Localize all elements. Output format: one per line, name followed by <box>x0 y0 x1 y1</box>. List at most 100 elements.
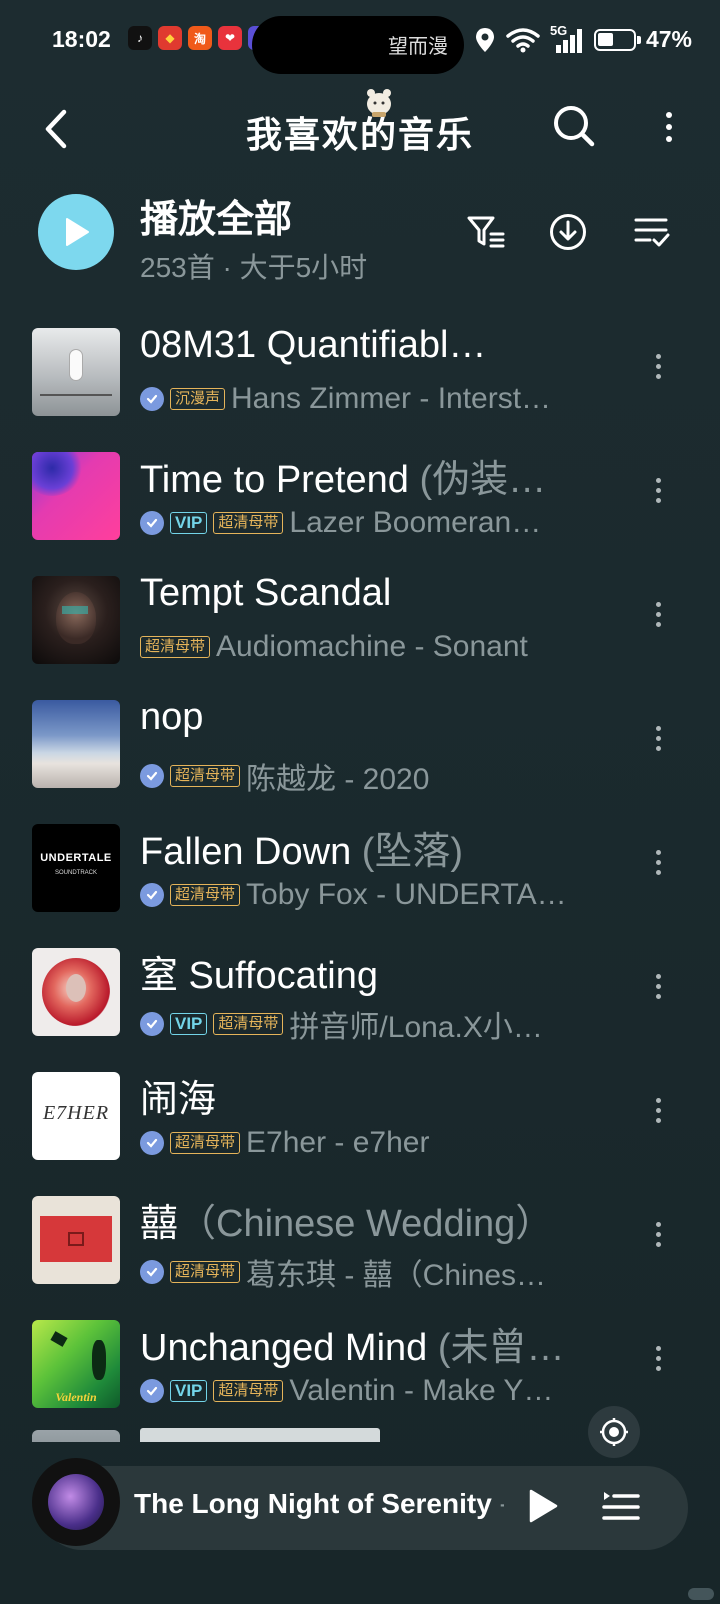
list-item[interactable]: Tempt Scandal 超清母带 Audiomachine - Sonant <box>0 566 720 690</box>
mini-play-icon[interactable] <box>522 1486 562 1526</box>
album-cover <box>32 948 120 1036</box>
song-title-partial <box>140 1428 380 1442</box>
list-item[interactable]: UNDERTALE SOUNDTRACK Fallen Down (坠落) 超清… <box>0 814 720 938</box>
partial-list-item <box>0 292 720 298</box>
list-item[interactable]: E7HER 闹海 超清母带 E7her - e7her <box>0 1062 720 1186</box>
album-cover <box>32 1196 120 1284</box>
song-list[interactable]: 08M31 Quantifiabl… 沉漫声 Hans Zimmer - Int… <box>0 292 720 1442</box>
song-artist: 拼音师/Lona.X小… <box>289 1011 543 1044</box>
status-bar: 18:02 ♪ ◆ 淘 ❤ 贴 望而漫 5G 47% <box>0 0 720 84</box>
mascot-icon[interactable] <box>362 84 396 118</box>
playlist-queue-icon[interactable] <box>600 1488 640 1526</box>
status-app-icons: ♪ ◆ 淘 ❤ 贴 <box>128 26 272 50</box>
download-icon[interactable] <box>548 212 588 252</box>
mini-player-disc[interactable] <box>32 1458 120 1546</box>
cover-text: E7HER <box>42 1102 110 1124</box>
more-vertical-icon[interactable] <box>654 104 684 154</box>
song-title-text: nop <box>140 696 204 738</box>
song-title-text: 08M31 Quantifiabl… <box>140 324 487 366</box>
song-more-icon[interactable] <box>650 1222 666 1256</box>
verified-icon <box>140 511 164 535</box>
album-cover: E7HER <box>32 1072 120 1160</box>
home-indicator <box>688 1588 714 1600</box>
song-title-text: 囍 <box>140 1203 179 1245</box>
locate-current-button[interactable] <box>588 1406 640 1458</box>
mini-player-title-sub: - H <box>492 1488 504 1519</box>
song-title: nop <box>140 696 203 739</box>
play-all-bar: 播放全部 253首 · 大于5小时 <box>0 180 720 290</box>
locate-icon <box>600 1418 628 1446</box>
song-artist: Hans Zimmer - Interst… <box>231 382 552 415</box>
song-artist: Audiomachine - Sonant <box>216 630 528 663</box>
badge-hq: 超清母带 <box>170 884 241 906</box>
battery-percent: 47% <box>645 26 692 52</box>
play-all-label[interactable]: 播放全部 <box>140 188 292 243</box>
song-title-sub: (未曾… <box>427 1327 565 1369</box>
network-label: 5G <box>549 22 568 38</box>
song-title: Tempt Scandal <box>140 572 391 615</box>
tiktok-icon: ♪ <box>128 26 152 50</box>
song-count: 253首 · 大于5小时 <box>140 252 368 283</box>
song-title-text: Time to Pretend <box>140 459 409 501</box>
album-cover <box>32 452 120 540</box>
multi-select-icon[interactable] <box>632 212 672 252</box>
song-meta: VIP 超清母带 Lazer Boomeran… <box>140 506 541 540</box>
song-title-sub: (坠落) <box>351 831 464 873</box>
status-time: 18:02 <box>52 26 111 52</box>
song-title-text: Fallen Down <box>140 831 352 873</box>
location-icon <box>475 27 494 52</box>
song-more-icon[interactable] <box>650 1098 666 1132</box>
song-more-icon[interactable] <box>650 850 666 884</box>
list-item[interactable]: nop 超清母带 陈越龙 - 2020 <box>0 690 720 814</box>
song-artist: E7her - e7her <box>246 1126 430 1159</box>
song-title: Fallen Down (坠落) <box>140 820 463 875</box>
badge-hq: 超清母带 <box>170 765 241 787</box>
battery-icon <box>593 28 641 51</box>
list-item[interactable]: 08M31 Quantifiabl… 沉漫声 Hans Zimmer - Int… <box>0 318 720 442</box>
song-title-sub: （Chinese Wedding） <box>178 1203 554 1245</box>
song-meta: 超清母带 Toby Fox - UNDERTA… <box>140 878 567 912</box>
search-icon[interactable] <box>550 102 598 150</box>
app-red-icon: ◆ <box>158 26 182 50</box>
list-item[interactable]: 囍（Chinese Wedding） 超清母带 葛东琪 - 囍（Chines… <box>0 1186 720 1310</box>
badge-vip: VIP <box>170 1013 208 1035</box>
song-title: Unchanged Mind (未曾… <box>140 1316 565 1371</box>
song-more-icon[interactable] <box>650 478 666 512</box>
page-title: 我喜欢的音乐 <box>245 114 474 155</box>
status-right: 5G 47% <box>474 23 692 53</box>
mini-player-cover <box>48 1474 104 1530</box>
list-item[interactable]: Time to Pretend (伪装… VIP 超清母带 Lazer Boom… <box>0 442 720 566</box>
song-title-sub: (伪装… <box>408 459 547 501</box>
wifi-icon <box>506 27 540 52</box>
mini-player-title-text: The Long Night of Serenity <box>134 1488 492 1519</box>
badge-hq: 超清母带 <box>213 512 284 534</box>
badge-hq: 超清母带 <box>140 636 211 658</box>
song-meta: 超清母带 陈越龙 - 2020 <box>140 754 429 798</box>
album-cover <box>32 576 120 664</box>
cover-text: UNDERTALE <box>40 852 112 864</box>
song-meta: 超清母带 Audiomachine - Sonant <box>140 630 528 664</box>
song-meta: 超清母带 E7her - e7her <box>140 1126 429 1160</box>
song-title-text: Tempt Scandal <box>140 572 392 614</box>
album-cover <box>32 328 120 416</box>
album-cover: UNDERTALE SOUNDTRACK <box>32 824 120 912</box>
play-all-button[interactable] <box>38 194 114 270</box>
signal-icon: 5G <box>550 23 584 53</box>
song-more-icon[interactable] <box>650 726 666 760</box>
song-more-icon[interactable] <box>650 974 666 1008</box>
song-title: 囍（Chinese Wedding） <box>140 1192 553 1247</box>
song-artist: 陈越龙 - 2020 <box>246 763 430 796</box>
play-icon <box>66 218 89 246</box>
song-more-icon[interactable] <box>650 1346 666 1380</box>
filter-icon[interactable] <box>466 212 506 252</box>
verified-icon <box>140 764 164 788</box>
song-meta: 超清母带 葛东琪 - 囍（Chines… <box>140 1250 546 1294</box>
verified-icon <box>140 1131 164 1155</box>
song-more-icon[interactable] <box>650 602 666 636</box>
song-more-icon[interactable] <box>650 354 666 388</box>
mini-player-title[interactable]: The Long Night of Serenity - H <box>134 1488 504 1520</box>
song-title-text: 闹海 <box>140 1079 217 1121</box>
album-cover <box>32 1430 120 1442</box>
song-artist: 葛东琪 - 囍（Chines… <box>246 1259 547 1292</box>
list-item[interactable]: 窒 Suffocating VIP 超清母带 拼音师/Lona.X小… <box>0 938 720 1062</box>
